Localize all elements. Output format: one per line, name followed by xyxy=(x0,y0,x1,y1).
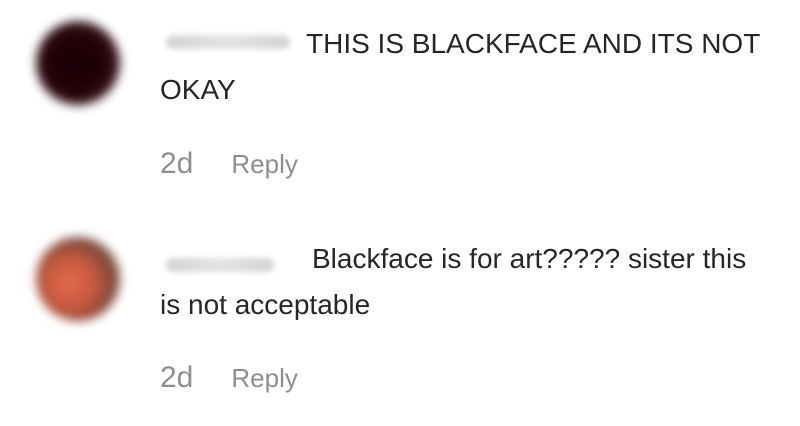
reply-button[interactable]: Reply xyxy=(231,363,297,394)
comment-text: THIS IS BLACKFACE AND ITS NOT OKAY xyxy=(160,28,760,105)
comment-item: THIS IS BLACKFACE AND ITS NOT OKAY 2d Re… xyxy=(0,0,800,213)
comment-timestamp: 2d xyxy=(160,147,194,180)
avatar[interactable] xyxy=(36,21,120,105)
comment-item: Blackface is for art????? sister this is… xyxy=(0,213,800,426)
avatar[interactable] xyxy=(36,237,120,321)
reply-button[interactable]: Reply xyxy=(231,149,297,180)
comment-text: Blackface is for art????? sister this is… xyxy=(160,243,747,320)
comment-timestamp: 2d xyxy=(160,361,194,394)
comment-meta: 2d Reply xyxy=(160,361,298,395)
comment-meta: 2d Reply xyxy=(160,147,298,181)
